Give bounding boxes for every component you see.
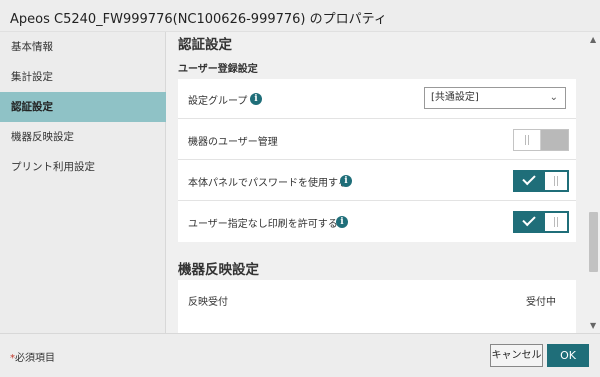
- subsection-title-user-registration: ユーザー登録設定: [178, 64, 258, 75]
- title-bar: Apeos C5240_FW999776(NC100626-999776) のプ…: [0, 0, 600, 32]
- reflect-receive-status: 受付中: [526, 297, 556, 308]
- sidebar-item-print-usage[interactable]: プリント利用設定: [0, 152, 166, 182]
- scroll-up-arrow-icon[interactable]: ▲: [590, 35, 596, 44]
- info-icon[interactable]: i: [250, 93, 262, 105]
- reflect-receive-label: 反映受付: [188, 297, 228, 308]
- required-fields-note: *必須項目: [10, 349, 55, 364]
- toggle-knob: [514, 130, 541, 150]
- info-icon[interactable]: i: [340, 175, 352, 187]
- setting-row-reflect-receive: 反映受付 受付中: [178, 280, 576, 320]
- required-text: 必須項目: [15, 353, 55, 364]
- sidebar-item-device-reflect[interactable]: 機器反映設定: [0, 122, 166, 152]
- setting-row-panel-password: 本体パネルでパスワードを使用する i: [178, 161, 576, 201]
- user-management-toggle[interactable]: [513, 129, 569, 151]
- scrollbar-thumb[interactable]: [589, 212, 598, 272]
- section-title-auth: 認証設定: [178, 37, 232, 53]
- unspecified-print-toggle[interactable]: [513, 211, 569, 233]
- toggle-track: [541, 130, 568, 150]
- sidebar-item-aggregation[interactable]: 集計設定: [0, 62, 166, 92]
- window-title: Apeos C5240_FW999776(NC100626-999776) のプ…: [10, 12, 387, 27]
- checkmark-icon: [522, 212, 536, 227]
- user-management-label: 機器のユーザー管理: [188, 137, 278, 148]
- sidebar: 基本情報 集計設定 認証設定 機器反映設定 プリント利用設定: [0, 32, 166, 333]
- toggle-track: [514, 171, 545, 191]
- section-title-device-reflect: 機器反映設定: [178, 262, 259, 278]
- setting-row-group: 設定グループ i [共通設定] ⌄: [178, 79, 576, 119]
- setting-group-select-value: [共通設定]: [431, 92, 479, 103]
- device-reflect-card: 反映受付 受付中: [178, 280, 576, 333]
- auth-settings-card: 設定グループ i [共通設定] ⌄ 機器のユーザー管理 本体パネルでパスワードを…: [178, 79, 576, 242]
- setting-group-select[interactable]: [共通設定] ⌄: [424, 87, 566, 109]
- panel-password-label: 本体パネルでパスワードを使用する: [188, 178, 348, 189]
- dialog-footer: *必須項目 キャンセル OK: [0, 333, 600, 377]
- toggle-track: [514, 212, 545, 232]
- cancel-button[interactable]: キャンセル: [490, 344, 543, 367]
- toggle-knob: [545, 172, 567, 190]
- chevron-down-icon: ⌄: [549, 92, 558, 103]
- panel-password-toggle[interactable]: [513, 170, 569, 192]
- setting-row-unspecified-print: ユーザー指定なし印刷を許可する i: [178, 202, 576, 242]
- checkmark-icon: [522, 171, 536, 186]
- sidebar-item-authentication[interactable]: 認証設定: [0, 92, 166, 122]
- info-icon[interactable]: i: [336, 216, 348, 228]
- scroll-down-arrow-icon[interactable]: ▼: [590, 321, 596, 330]
- toggle-knob: [545, 213, 567, 231]
- vertical-scrollbar[interactable]: ▲ ▼: [587, 32, 600, 333]
- sidebar-item-basic-info[interactable]: 基本情報: [0, 32, 166, 62]
- setting-group-label: 設定グループ: [188, 96, 248, 107]
- unspecified-print-label: ユーザー指定なし印刷を許可する: [188, 219, 338, 230]
- setting-row-user-management: 機器のユーザー管理: [178, 120, 576, 160]
- ok-button[interactable]: OK: [547, 344, 589, 367]
- main-content: 認証設定 ユーザー登録設定 設定グループ i [共通設定] ⌄ 機器のユーザー管…: [167, 32, 587, 333]
